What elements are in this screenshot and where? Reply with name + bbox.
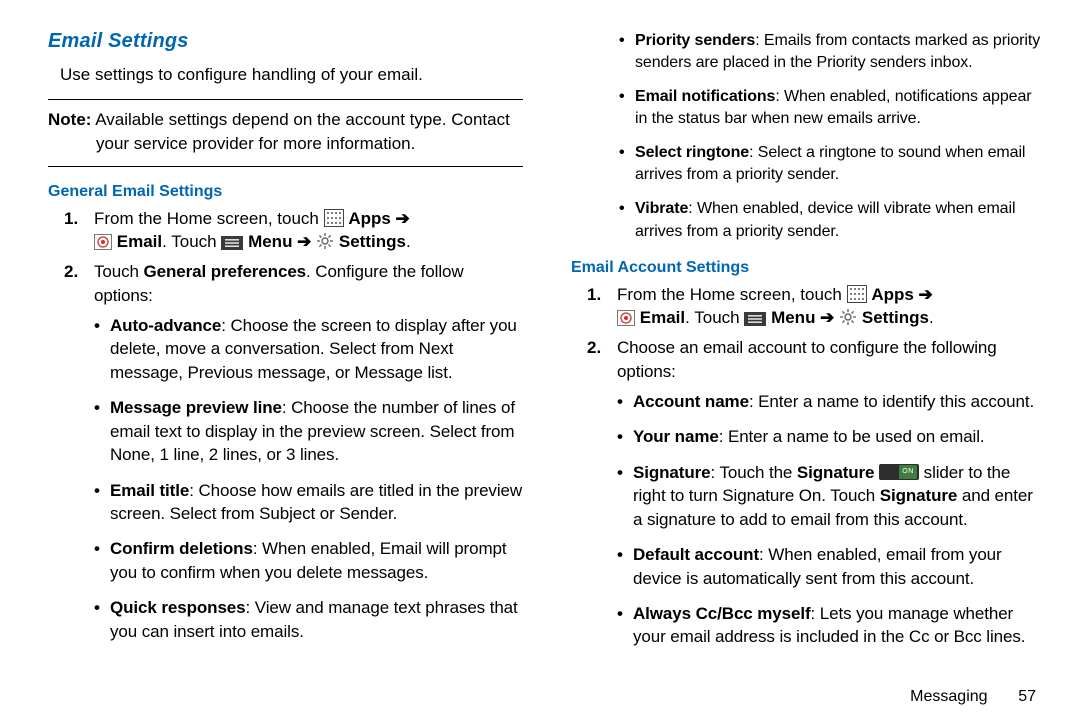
email-icon <box>617 310 635 326</box>
bullet-item: Message preview line: Choose the number … <box>94 396 523 466</box>
arrow: ➔ <box>292 232 316 251</box>
note-block: Note: Available settings depend on the a… <box>48 108 523 156</box>
heading-general: General Email Settings <box>48 183 523 201</box>
bullet-item: Email title: Choose how emails are title… <box>94 479 523 526</box>
bullet-term: Email title <box>110 481 189 500</box>
bullet-item: Account name: Enter a name to identify t… <box>617 390 1046 413</box>
bullet-body: : Enter a name to identify this account. <box>749 392 1034 411</box>
toggle-on-icon <box>879 464 919 480</box>
apps-icon <box>847 285 867 303</box>
apps-icon <box>324 209 344 227</box>
menu-label: Menu <box>248 232 292 251</box>
divider <box>48 99 523 100</box>
step2-text: Choose an email account to configure the… <box>617 338 997 381</box>
divider <box>48 166 523 167</box>
bullet-term: Your name <box>633 427 719 446</box>
account-bullets: Account name: Enter a name to identify t… <box>617 390 1046 649</box>
bullet-term: Confirm deletions <box>110 539 253 558</box>
note-body-text: Available settings depend on the account… <box>95 110 510 153</box>
general-steps: From the Home screen, touch Apps ➔ Email… <box>64 207 523 644</box>
right-column: Priority senders: Emails from contacts m… <box>571 30 1046 688</box>
general-bullets: Auto-advance: Choose the screen to displ… <box>94 314 523 643</box>
footer-section: Messaging <box>910 688 987 705</box>
note-label: Note: <box>48 110 91 129</box>
bullet-term: Email notifications <box>635 88 775 105</box>
bullet-item: Vibrate: When enabled, device will vibra… <box>619 198 1046 242</box>
bullet-term: Quick responses <box>110 598 246 617</box>
bullet-term: Always Cc/Bcc myself <box>633 604 811 623</box>
lead-text: Use settings to configure handling of yo… <box>60 65 523 85</box>
sig-d: Signature <box>880 486 958 505</box>
email-label: Email <box>117 232 162 251</box>
step: From the Home screen, touch Apps ➔ Email… <box>587 283 1046 331</box>
settings-label: Settings <box>339 232 406 251</box>
bullet-term: Select ringtone <box>635 144 749 161</box>
settings-label: Settings <box>862 308 929 327</box>
step: From the Home screen, touch Apps ➔ Email… <box>64 207 523 255</box>
step2-text: Touch General preferences. Configure the… <box>94 262 464 305</box>
bullet-term: Auto-advance <box>110 316 221 335</box>
bullet-item: Email notifications: When enabled, notif… <box>619 86 1046 130</box>
touch-text: . Touch <box>685 308 744 327</box>
bullet-term: Default account <box>633 545 759 564</box>
arrow: ➔ <box>914 285 933 304</box>
period: . <box>929 308 934 327</box>
bullet-item: Always Cc/Bcc myself: Lets you manage wh… <box>617 602 1046 649</box>
bullet-term: Message preview line <box>110 398 282 417</box>
two-column-layout: Email Settings Use settings to configure… <box>48 30 1046 688</box>
arrow: ➔ <box>391 209 410 228</box>
bullet-item: Priority senders: Emails from contacts m… <box>619 30 1046 74</box>
manual-page: Email Settings Use settings to configure… <box>0 0 1080 720</box>
account-steps: From the Home screen, touch Apps ➔ Email… <box>587 283 1046 649</box>
email-label: Email <box>640 308 685 327</box>
heading-account: Email Account Settings <box>571 259 1046 277</box>
bullet-item-signature: Signature: Touch the Signature slider to… <box>617 461 1046 531</box>
bullet-item: Confirm deletions: When enabled, Email w… <box>94 537 523 584</box>
bullet-term: Vibrate <box>635 200 688 217</box>
bullet-item: Quick responses: View and manage text ph… <box>94 596 523 643</box>
step: Choose an email account to configure the… <box>587 336 1046 649</box>
bullet-item: Default account: When enabled, email fro… <box>617 543 1046 590</box>
bullet-body: : When enabled, device will vibrate when… <box>635 200 1015 239</box>
apps-label: Apps <box>871 285 914 304</box>
step: Touch General preferences. Configure the… <box>64 260 523 643</box>
page-footer: Messaging 57 <box>48 688 1046 706</box>
gear-icon <box>316 232 334 250</box>
menu-icon <box>221 236 243 250</box>
bullet-term: Signature <box>633 463 711 482</box>
continued-bullets: Priority senders: Emails from contacts m… <box>619 30 1046 243</box>
menu-icon <box>744 312 766 326</box>
bullet-body: : Enter a name to be used on email. <box>719 427 985 446</box>
menu-label: Menu <box>771 308 815 327</box>
heading-email-settings: Email Settings <box>48 30 523 53</box>
bullet-term: Account name <box>633 392 749 411</box>
left-column: Email Settings Use settings to configure… <box>48 30 523 688</box>
touch-text: . Touch <box>162 232 221 251</box>
apps-label: Apps <box>348 209 391 228</box>
arrow: ➔ <box>815 308 839 327</box>
email-icon <box>94 234 112 250</box>
step-text: From the Home screen, touch <box>94 209 324 228</box>
bullet-item: Select ringtone: Select a ringtone to so… <box>619 142 1046 186</box>
bullet-term: Priority senders <box>635 32 755 49</box>
period: . <box>406 232 411 251</box>
sig-a: : Touch the <box>711 463 797 482</box>
footer-page-number: 57 <box>992 688 1036 706</box>
step-text: From the Home screen, touch <box>617 285 847 304</box>
sig-b: Signature <box>797 463 875 482</box>
bullet-item: Your name: Enter a name to be used on em… <box>617 425 1046 448</box>
gear-icon <box>839 308 857 326</box>
bullet-item: Auto-advance: Choose the screen to displ… <box>94 314 523 384</box>
